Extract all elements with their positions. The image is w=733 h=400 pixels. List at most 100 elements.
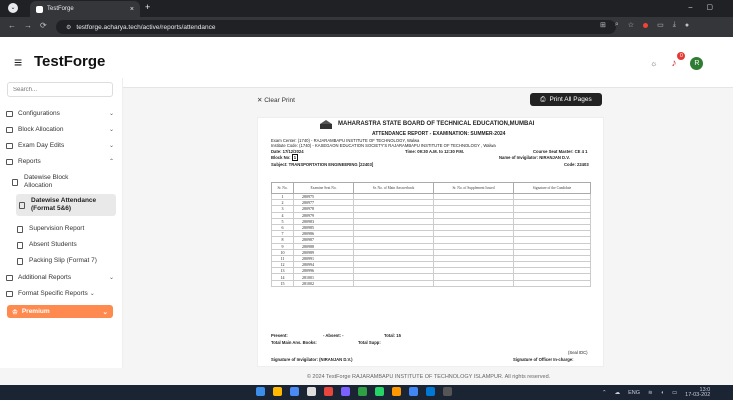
document-icon	[17, 225, 23, 233]
cell-seat: 281002	[293, 279, 354, 287]
printer-icon: ⎙	[540, 95, 546, 103]
zoom-icon[interactable]: ⌕	[615, 21, 619, 29]
taskbar-apps	[256, 387, 452, 396]
sidebar-item-premium[interactable]: ♔ Premium ⌄	[7, 305, 113, 318]
url-text: testforge.acharya.tech/active/reports/at…	[76, 23, 216, 31]
header-sr: Sr. No.	[271, 182, 294, 194]
app-icon[interactable]	[341, 387, 350, 396]
chevron-up-icon[interactable]: ⌃	[602, 390, 607, 396]
sidebar-item-block-allocation[interactable]: Block Allocation ⌄	[6, 126, 114, 133]
sidebar-subitem-packing-slip[interactable]: Packing Slip (Format 7)	[17, 257, 121, 265]
sidepanel-icon[interactable]: ▭	[657, 21, 664, 29]
sidebar-item-label: Premium	[21, 308, 50, 315]
clear-print-button[interactable]: ✕ Clear Print	[257, 96, 295, 104]
new-tab-button[interactable]: +	[145, 2, 150, 12]
sidebar-item-exam-day-edits[interactable]: Exam Day Edits ⌄	[6, 142, 114, 149]
chrome-icon[interactable]	[324, 387, 333, 396]
terminal-icon[interactable]	[443, 387, 452, 396]
sidebar-subitem-label: Packing Slip (Format 7)	[29, 257, 97, 264]
header-seat: Examine Seat No.	[293, 182, 354, 194]
star-icon[interactable]: ☆	[628, 21, 634, 29]
chevron-down-icon: ⌄	[108, 111, 114, 117]
print-all-label: Print All Pages	[549, 96, 592, 103]
header-signature: Signature of the Candidate	[513, 182, 591, 194]
file-explorer-icon[interactable]	[273, 387, 282, 396]
clock-date: 17-03-202	[685, 392, 711, 398]
nav-buttons[interactable]: ←→⟳	[8, 21, 55, 30]
header-main-book: Sr. No. of Main Answerbook	[353, 182, 434, 194]
battery-icon[interactable]: ▭	[672, 390, 677, 396]
vscode-icon[interactable]	[290, 387, 299, 396]
url-bar[interactable]: ⚙ testforge.acharya.tech/active/reports/…	[56, 20, 616, 34]
app-icon[interactable]	[307, 387, 316, 396]
whatsapp-icon[interactable]	[375, 387, 384, 396]
sidebar-item-format-specific[interactable]: Format Specific Reports ⌄	[6, 290, 114, 297]
subject-code: Code: 22403	[564, 162, 589, 167]
folder-icon	[6, 142, 13, 149]
windows-start-icon[interactable]	[256, 387, 265, 396]
total-label: Total: 15	[384, 333, 401, 338]
app-icon[interactable]	[358, 387, 367, 396]
block-no: Block No: 1	[271, 154, 299, 161]
sidebar-item-label: Exam Day Edits	[18, 142, 65, 149]
notification-badge: 0	[677, 52, 686, 60]
browser-tab[interactable]: TestForge ×	[30, 1, 140, 17]
menu-icon[interactable]: ≡	[14, 54, 22, 70]
lang-indicator[interactable]: ENG	[628, 390, 640, 396]
app-icon[interactable]	[409, 387, 418, 396]
app-icon[interactable]	[426, 387, 435, 396]
tab-search-icon[interactable]: ⌄	[8, 3, 18, 13]
notification-bell-icon[interactable]: ♪ 0	[671, 52, 686, 69]
report-date: Date: 17/12/2024	[271, 149, 304, 154]
extension-icon[interactable]	[643, 22, 649, 28]
sidebar-subitem-datewise-block[interactable]: Datewise Block Allocation	[12, 174, 116, 190]
browser-toolbar-icons: ⊞ ⌕ ☆ ▭ ⤓ ●	[600, 21, 689, 29]
app-icon[interactable]	[392, 387, 401, 396]
chevron-down-icon: ⌄	[108, 127, 114, 133]
sidebar-subitem-datewise-attendance[interactable]: Datewise Attendance (Format 5&6)	[16, 194, 116, 216]
sidebar-search-input[interactable]	[7, 82, 113, 97]
site-info-icon[interactable]: ⚙	[66, 24, 71, 31]
cell-supp	[433, 279, 514, 287]
page-footer: © 2024 TestForge RAJARAMBAPU INSTITUTE O…	[306, 374, 551, 380]
chevron-down-icon: ⌄	[89, 291, 95, 297]
report-board-title: MAHARASTRA STATE BOARD OF TECHNICAL EDUC…	[338, 121, 535, 127]
sidebar-subitem-label: Datewise Block Allocation	[24, 174, 69, 189]
folder-icon	[6, 290, 13, 297]
install-icon[interactable]: ⊞	[600, 21, 606, 29]
volume-icon[interactable]: ◖	[661, 390, 664, 396]
sidebar-subitem-supervision[interactable]: Supervision Report	[17, 225, 121, 233]
sidebar-subitem-absent[interactable]: Absent Students	[17, 241, 121, 249]
user-avatar[interactable]: R	[690, 57, 704, 70]
folder-icon	[6, 158, 13, 165]
document-icon	[19, 201, 25, 209]
sidebar-item-label: Additional Reports	[18, 274, 72, 281]
download-icon[interactable]: ⤓	[673, 21, 676, 29]
clock[interactable]: 13:0 17-03-202	[685, 387, 711, 398]
institute-code: Institute Code: (1740) - KASEGAON EDUCAT…	[271, 143, 496, 148]
window-controls[interactable]: –▢	[688, 3, 727, 11]
total-main-books: Total Main Ans. Books:	[271, 340, 317, 345]
theme-toggle-icon[interactable]: ☼	[650, 59, 657, 68]
clear-print-label: Clear Print	[264, 97, 295, 104]
report-time: Time: 09:30 A.M. to 12:30 P.M.	[405, 149, 465, 154]
sidebar-item-configurations[interactable]: Configurations ⌄	[6, 110, 114, 117]
chevron-down-icon: ⌄	[108, 275, 114, 281]
chevron-down-icon: ⌄	[102, 308, 108, 316]
header-supplement: Sr. No. of Supplement Issued	[433, 182, 514, 194]
chevron-down-icon: ⌄	[108, 143, 114, 149]
invigilator-signature: Signature of Invigilator: (NIRANJAN D.V.…	[271, 357, 353, 362]
crown-icon: ♔	[12, 308, 18, 316]
print-all-button[interactable]: ⎙ Print All Pages	[530, 93, 602, 106]
absent-label: - Absent: -	[323, 333, 344, 338]
cloud-icon[interactable]: ☁	[615, 390, 621, 396]
sidebar-item-reports[interactable]: Reports ⌃	[6, 158, 114, 165]
sidebar-item-label: Reports	[18, 158, 41, 165]
invigilator-name: Name of Invigilator: NIRANJAN D.V.	[499, 155, 570, 160]
sidebar-item-label: Configurations	[18, 110, 60, 117]
close-tab-icon[interactable]: ×	[130, 6, 134, 13]
sidebar-item-additional-reports[interactable]: Additional Reports ⌄	[6, 274, 114, 281]
wifi-icon[interactable]: ≋	[648, 390, 653, 396]
profile-icon[interactable]: ●	[685, 22, 689, 29]
folder-icon	[6, 110, 13, 117]
